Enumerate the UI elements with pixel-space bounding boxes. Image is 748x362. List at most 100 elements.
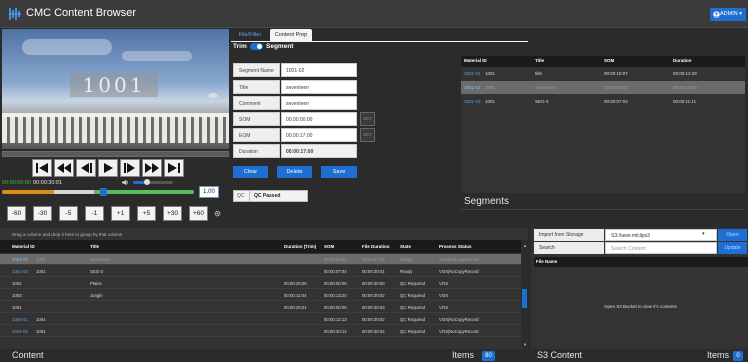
tab-content-prep[interactable]: Content Prep [270, 29, 312, 41]
material-id-link[interactable]: 1004-02 [12, 329, 28, 334]
speed-value-field[interactable]: 1.00 [199, 186, 219, 198]
segment-row[interactable]: 1001-01 1001 title 00:00:10:07 00:00:14:… [461, 67, 745, 80]
set-eom-button[interactable]: SET [360, 128, 375, 142]
col-material-id[interactable]: Material ID [12, 244, 35, 249]
s3-table-header [534, 257, 748, 267]
step-forward-button[interactable] [120, 159, 140, 177]
s3-items-count-badge: 0 [733, 351, 743, 361]
go-to-start-button[interactable] [32, 159, 52, 177]
skip-start-icon [36, 163, 48, 173]
som-input[interactable]: 00:00:00:00 [281, 112, 357, 126]
state-cell: QC Required [400, 329, 426, 334]
comment-input[interactable]: seventeen [281, 96, 357, 110]
delete-button[interactable]: Delete [277, 166, 312, 178]
segment-name-input[interactable]: 1001-02 [281, 63, 357, 77]
eom-input[interactable]: 00:00:17:00 [281, 128, 357, 142]
rewind-button[interactable] [54, 159, 74, 177]
volume-knob[interactable] [144, 179, 150, 185]
title-input[interactable]: seventeen [281, 80, 357, 94]
s3-content-title: S3 Content [537, 350, 583, 360]
file-duration-cell: 00:00:30:02 [362, 293, 385, 298]
gear-icon[interactable] [214, 210, 221, 217]
material-id-link[interactable]: 1001-02 [12, 257, 28, 262]
go-to-end-button[interactable] [164, 159, 184, 177]
table-row[interactable]: 1001-03 1001 SEG-3 00:00:07:04 00:00:30:… [0, 266, 521, 277]
admin-menu-button[interactable]: ADMIN ▾ [710, 8, 746, 21]
import-storage-label: Import from Storage [534, 229, 604, 241]
segment-duration: 00:00:14:29 [673, 71, 697, 76]
material-id-cell[interactable]: 1003 [12, 293, 22, 298]
scroll-down-icon[interactable]: ▼ [523, 342, 527, 347]
col-file-name[interactable]: File Name [536, 259, 557, 264]
jog-plus-60-button[interactable]: +60 [189, 206, 208, 221]
som-cell: 00:00:00:00 [324, 305, 347, 310]
storage-select[interactable]: S3://aws-mlclips3 [605, 229, 717, 241]
segment-id-link[interactable]: 1001-01 [464, 71, 481, 76]
volume-icon[interactable] [122, 179, 129, 186]
col-title[interactable]: Title [90, 244, 99, 249]
state-cell: QC Required [400, 293, 426, 298]
scrub-bar[interactable] [2, 151, 229, 157]
step-back-icon [81, 163, 92, 173]
material-id-cell[interactable]: 1004 [12, 305, 22, 310]
comment-label: Comment [233, 96, 280, 110]
open-button[interactable]: Open [718, 229, 747, 241]
scrollbar-thumb[interactable] [522, 289, 527, 308]
table-row[interactable]: 1004-01 1004 00:00:12:13 00:00:30:02 QC … [0, 314, 521, 325]
table-row[interactable]: 1004-02 1004 00:00:20:12 00:00:30:02 QC … [0, 326, 521, 337]
material-id-link[interactable]: 1001-03 [12, 269, 28, 274]
col-material-id[interactable]: Material ID [464, 58, 487, 63]
duration-label: Duration [233, 144, 280, 158]
col-duration-trim[interactable]: Duration (Trim) [284, 244, 316, 249]
segment-som: 00:00:07:04 [604, 99, 628, 104]
segment-id-link[interactable]: 1001-03 [464, 99, 481, 104]
col-som[interactable]: SOM [604, 58, 614, 63]
clear-button[interactable]: Clear [233, 166, 268, 178]
jog-minus-5-button[interactable]: -5 [59, 206, 78, 221]
file-duration-cell: 00:00:30:01 [362, 269, 385, 274]
speed-knob[interactable] [100, 188, 107, 196]
jog-minus-1-button[interactable]: -1 [85, 206, 104, 221]
fast-forward-button[interactable] [142, 159, 162, 177]
search-input[interactable]: Search Content [605, 242, 717, 254]
table-row-selected[interactable]: 1001-02 1001 seventeen 00:00:00:00 00:00… [0, 254, 521, 265]
play-button[interactable] [98, 159, 118, 177]
search-label: Search [534, 242, 604, 254]
som-cell: 00:00:07:04 [324, 269, 347, 274]
process-status-cell: VOS [439, 293, 449, 298]
col-process-status[interactable]: Process Status [439, 244, 472, 249]
qc-label: QC [237, 193, 245, 199]
col-duration[interactable]: Duration [673, 58, 692, 63]
material-id-cell[interactable]: 1002 [12, 281, 22, 286]
chevron-down-icon[interactable]: ▾ [702, 231, 705, 237]
logo-icon [9, 8, 21, 20]
table-row[interactable]: 1004 00:00:30;01 00:00:00:00 00:00:30:03… [0, 302, 521, 313]
jog-plus-1-button[interactable]: +1 [111, 206, 130, 221]
col-state[interactable]: State [400, 244, 411, 249]
tab-file-filter[interactable]: File/Filter [231, 29, 269, 41]
group-by-hint[interactable]: Drag a column and drop it here to group … [12, 232, 122, 237]
segments-title: Segments [464, 196, 510, 207]
jog-minus-60-button[interactable]: -60 [7, 206, 26, 221]
table-row[interactable]: 1003 Jungle 00:00:11:04 00:00:13:20 00:0… [0, 290, 521, 301]
scroll-up-icon[interactable]: ▲ [523, 243, 527, 248]
jog-minus-30-button[interactable]: -30 [33, 206, 52, 221]
set-som-button[interactable]: SET [360, 112, 375, 126]
table-row[interactable]: 1002 Plains 00:00:30;00 00:00:00:00 00:0… [0, 278, 521, 289]
material-id-link[interactable]: 1004-01 [12, 317, 28, 322]
col-title[interactable]: Title [535, 58, 544, 63]
col-file-duration[interactable]: File Duration [362, 244, 390, 249]
jog-plus-30-button[interactable]: +30 [163, 206, 182, 221]
segment-id-link[interactable]: 1001-02 [464, 85, 481, 90]
step-back-button[interactable] [76, 159, 96, 177]
speed-slider[interactable] [2, 190, 194, 194]
title-cell: Plains [90, 281, 102, 286]
col-som[interactable]: SOM [324, 244, 334, 249]
segment-row-selected[interactable]: 1001-02 1001 seventeen 00:00:00:00 00:00… [461, 81, 745, 94]
jog-plus-5-button[interactable]: +5 [137, 206, 156, 221]
segment-row[interactable]: 1001-03 1001 SEG-3 00:00:07:04 00:00:11:… [461, 95, 745, 108]
process-status-cell: VOS|NoCopyRecord [439, 317, 479, 322]
video-viewport[interactable]: 1001 [2, 29, 229, 149]
update-button[interactable]: Update [718, 242, 747, 254]
save-button[interactable]: Save [321, 166, 357, 178]
